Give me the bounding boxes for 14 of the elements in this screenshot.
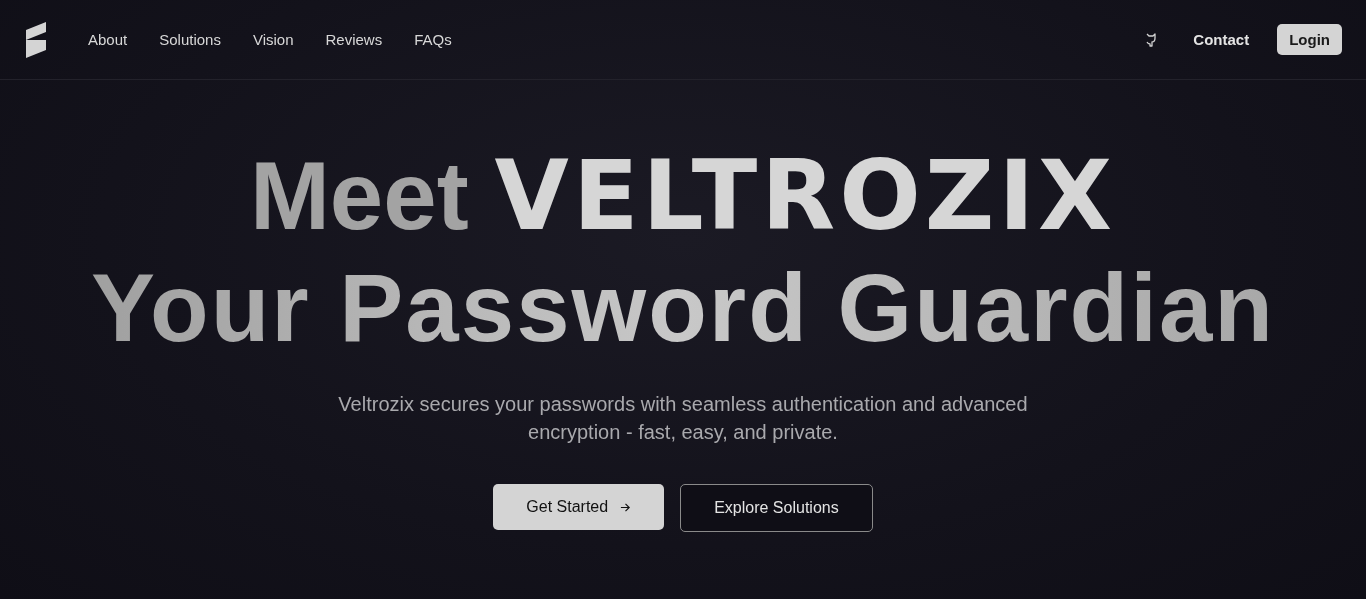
logo-icon[interactable] bbox=[24, 21, 48, 58]
nav-link[interactable]: Vision bbox=[252, 31, 294, 48]
nav-link[interactable]: Solutions bbox=[159, 31, 221, 48]
nav-link[interactable]: About bbox=[88, 31, 128, 48]
brand-wordmark: VELTROZIX bbox=[494, 148, 1117, 244]
arrow-icon bbox=[620, 501, 632, 513]
hero-subtitle: Veltrozix secures your passwords with seamless authentication and advanced encryption - fast, easy, and private. bbox=[337, 392, 1029, 445]
hero-heading: Meet bbox=[249, 148, 469, 244]
get-started-button[interactable]: Get Started bbox=[493, 484, 665, 530]
explore-button[interactable]: Explore Solutions bbox=[680, 484, 873, 532]
login-button[interactable]: Login bbox=[1277, 24, 1342, 55]
contact-link[interactable]: Contact bbox=[1193, 31, 1250, 48]
nav-link[interactable]: Reviews bbox=[325, 31, 383, 48]
nav-link[interactable]: FAQs bbox=[414, 31, 452, 48]
